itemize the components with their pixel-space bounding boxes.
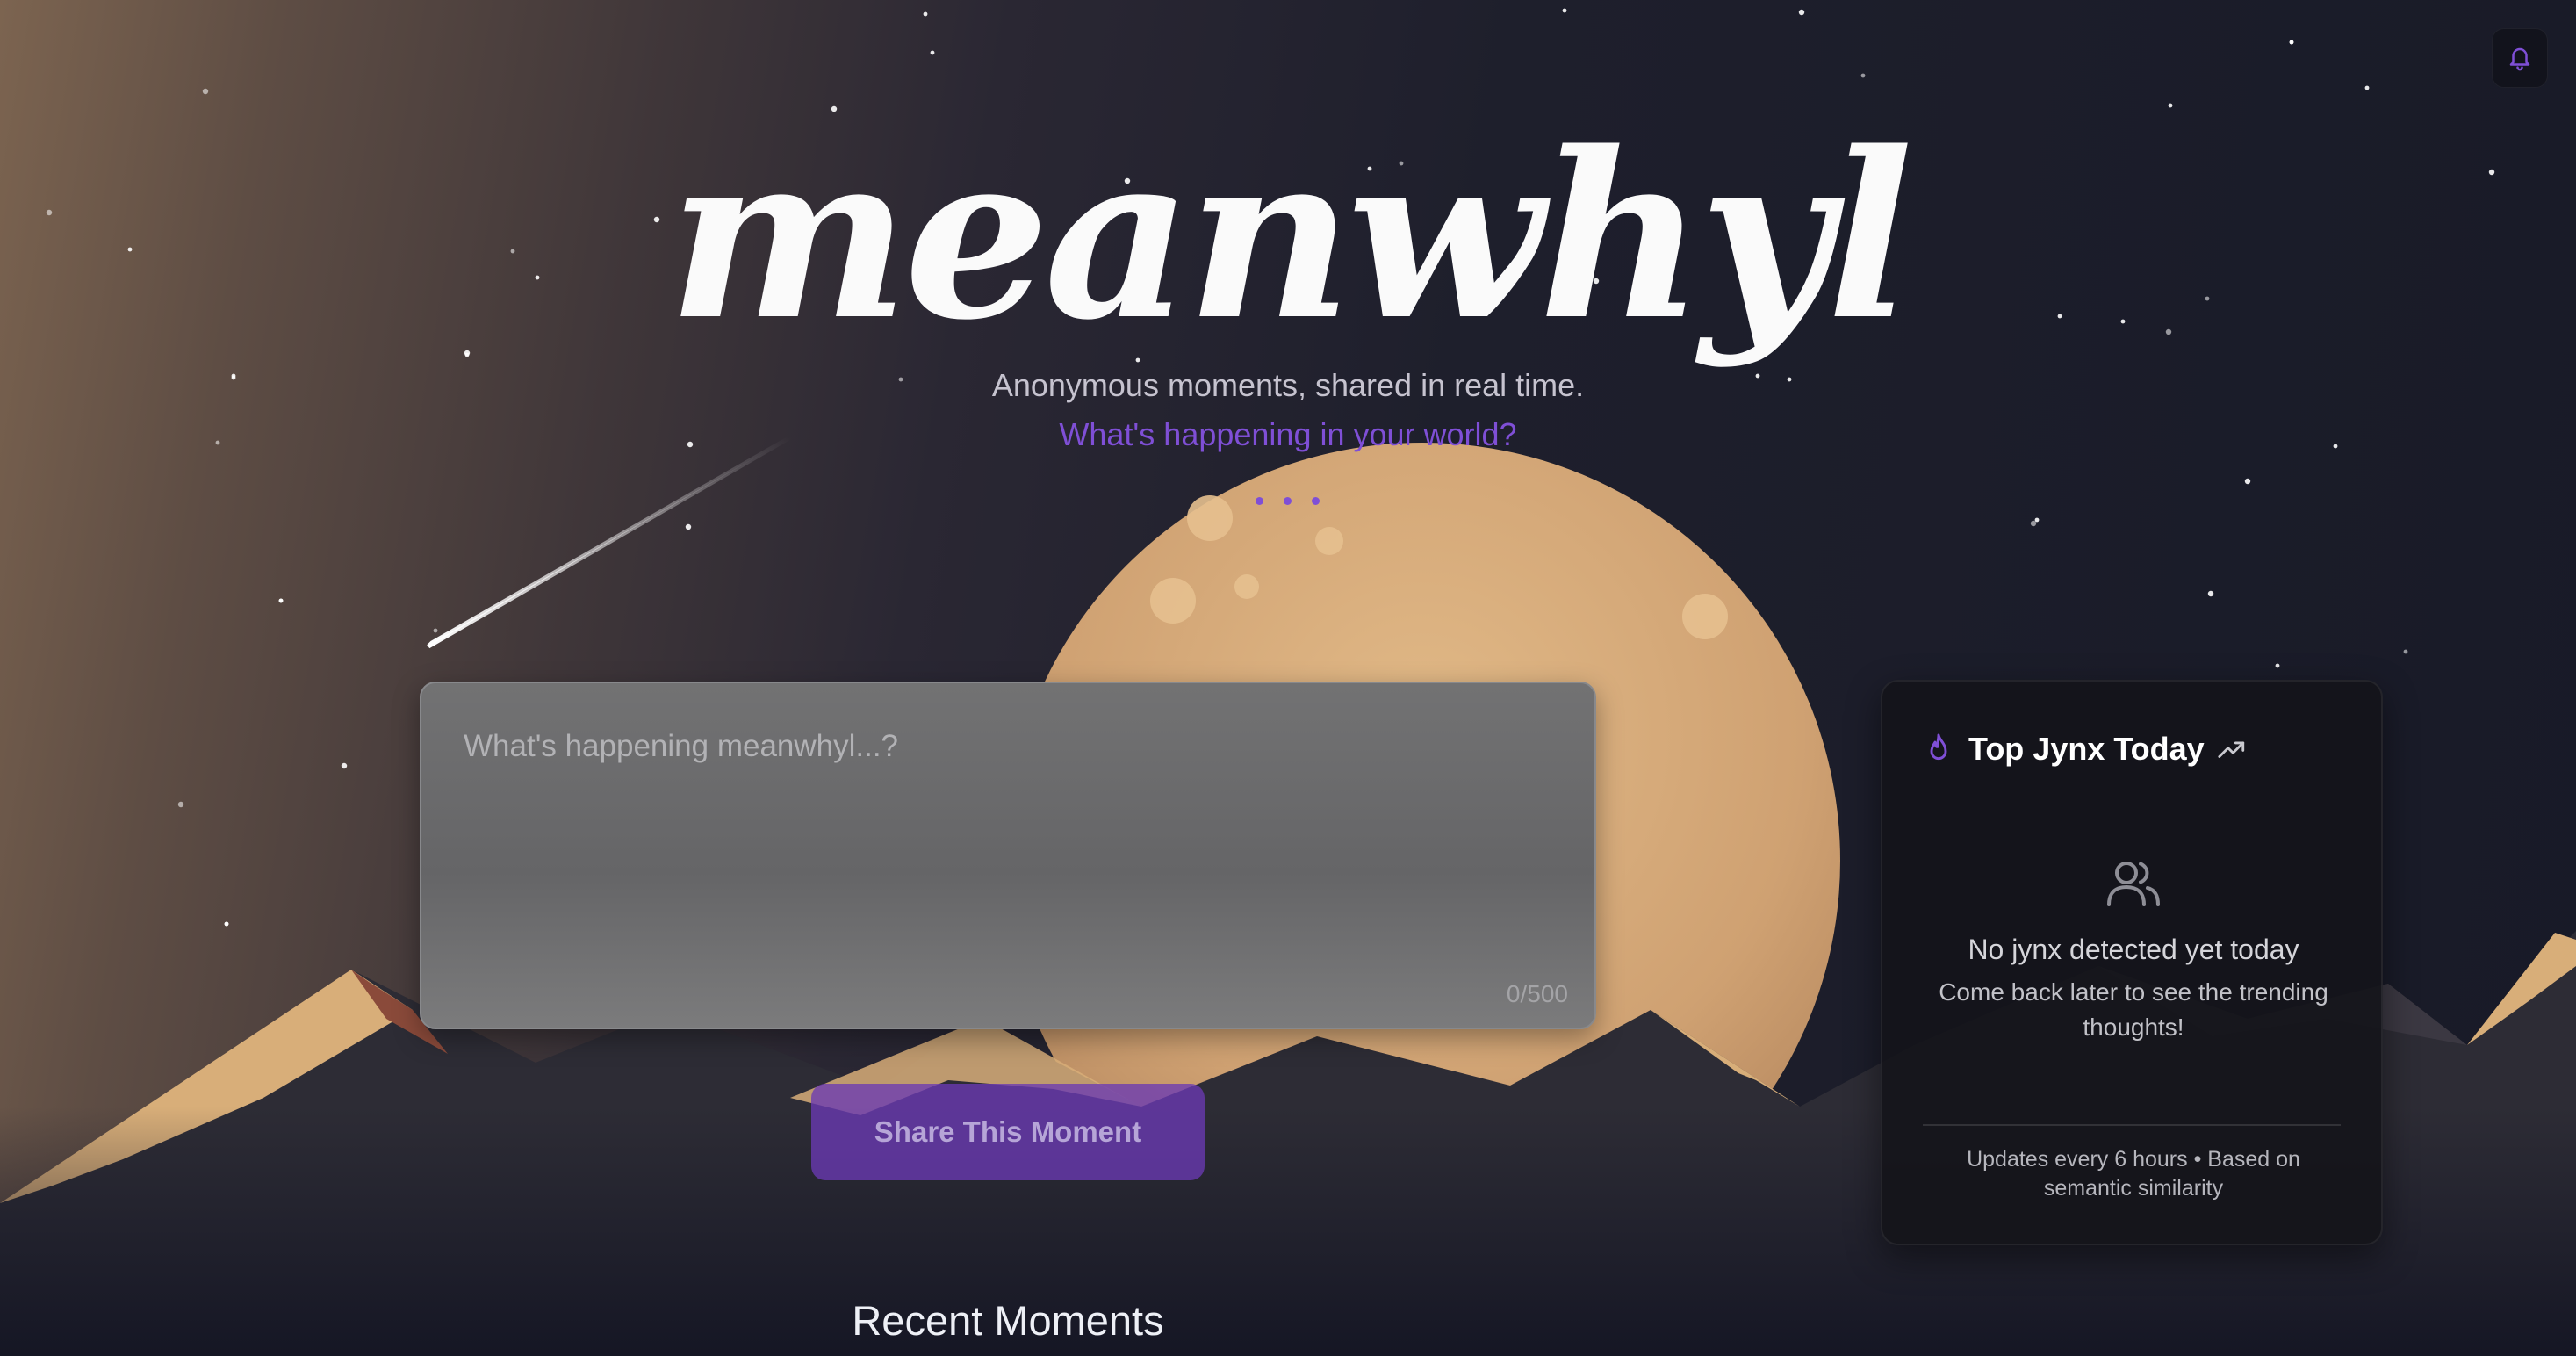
character-counter: 0/500 — [1506, 980, 1568, 1007]
shooting-star — [427, 435, 792, 649]
empty-state: No jynx detected yet today Come back lat… — [1882, 857, 2385, 1045]
star — [685, 523, 692, 530]
panel-divider — [1923, 1124, 2341, 1126]
empty-state-title: No jynx detected yet today — [1968, 934, 2299, 965]
star — [278, 598, 284, 603]
logo-text: meanwhyl — [668, 103, 1909, 371]
tagline: What's happening in your world? — [1059, 416, 1517, 452]
top-jynx-title: Top Jynx Today — [1968, 731, 2205, 767]
empty-state-subtitle: Come back later to see the trending thou… — [1939, 978, 2328, 1041]
recent-moments-heading: Recent Moments — [852, 1297, 1164, 1344]
star — [2275, 663, 2280, 668]
moment-composer: 0/500 — [420, 682, 1596, 1029]
star — [2207, 590, 2214, 597]
star — [2030, 520, 2037, 527]
star — [1798, 9, 1805, 16]
star — [1562, 8, 1567, 13]
users-icon — [2107, 862, 2160, 906]
star — [224, 921, 229, 927]
star — [433, 628, 438, 633]
trending-up-icon — [2218, 741, 2244, 758]
star — [2034, 517, 2040, 523]
star — [341, 762, 348, 769]
star — [2244, 478, 2251, 485]
star — [923, 11, 928, 17]
star — [2403, 649, 2408, 654]
subtitle: Anonymous moments, shared in real time. — [991, 367, 1585, 403]
notifications-button[interactable] — [2492, 28, 2548, 88]
app-root: meanwhyl Anonymous moments, shared in re… — [0, 0, 2576, 1356]
top-jynx-panel: Top Jynx Today No jynx detected yet toda… — [1881, 680, 2383, 1245]
typing-dots — [1256, 497, 1326, 509]
star — [2289, 40, 2294, 45]
share-moment-button[interactable]: Share This Moment — [811, 1084, 1205, 1180]
top-jynx-header: Top Jynx Today — [1925, 727, 2247, 771]
bell-icon — [2509, 47, 2530, 71]
moment-input[interactable] — [421, 683, 1594, 1028]
top-jynx-footer: Updates every 6 hours • Based on semanti… — [1967, 1147, 2300, 1201]
star — [177, 801, 184, 808]
flame-icon — [1930, 733, 1947, 761]
